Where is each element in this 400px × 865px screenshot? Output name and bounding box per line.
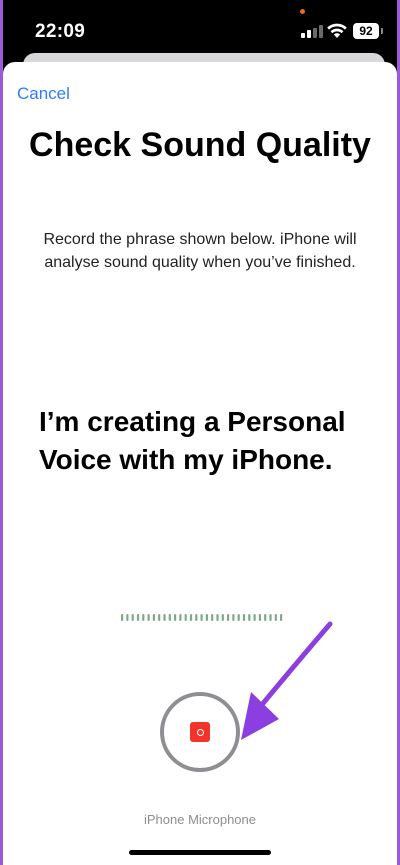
- waveform-bar: [158, 614, 161, 621]
- waveform-bar: [147, 614, 150, 621]
- waveform-bar: [168, 614, 171, 621]
- arrow-icon: [241, 621, 333, 740]
- waveform-bar: [189, 614, 193, 621]
- home-indicator[interactable]: [129, 850, 271, 855]
- battery-icon: 92: [353, 23, 383, 39]
- waveform-bar: [211, 614, 214, 621]
- wifi-icon: [327, 23, 347, 38]
- status-bar: 22:09 92: [3, 0, 397, 60]
- waveform-bar: [221, 614, 224, 621]
- phone-screen: 22:09 92 Cancel Check Sound Quality Reco…: [3, 0, 397, 865]
- record-stop-icon: [190, 722, 210, 742]
- cellular-signal-icon: [301, 25, 323, 38]
- waveform-bar: [136, 614, 140, 621]
- waveform-bar: [195, 614, 198, 621]
- record-button[interactable]: [160, 692, 240, 772]
- waveform-bar: [126, 614, 129, 621]
- waveform-bar: [131, 614, 134, 621]
- waveform-bar: [205, 614, 208, 621]
- waveform-bar: [179, 614, 182, 621]
- waveform-bar: [184, 614, 187, 621]
- waveform-bar: [152, 614, 155, 621]
- waveform-bar: [216, 614, 219, 621]
- waveform-bar: [142, 614, 145, 621]
- waveform-bar: [121, 614, 124, 621]
- modal-sheet: Cancel Check Sound Quality Record the ph…: [3, 62, 397, 865]
- phrase-to-record: I’m creating a Personal Voice with my iP…: [39, 406, 346, 475]
- waveform-bar: [200, 614, 203, 621]
- waveform-bar: [163, 614, 166, 621]
- waveform-bar: [227, 614, 230, 621]
- input-source-label: iPhone Microphone: [143, 812, 257, 827]
- instructions-text: Record the phrase shown below. iPhone wi…: [43, 231, 357, 271]
- cancel-button[interactable]: Cancel: [17, 84, 70, 104]
- status-time: 22:09: [35, 21, 86, 42]
- page-title: Check Sound Quality: [29, 126, 371, 164]
- waveform-bar: [174, 614, 177, 621]
- camera-indicator-icon: [300, 9, 305, 14]
